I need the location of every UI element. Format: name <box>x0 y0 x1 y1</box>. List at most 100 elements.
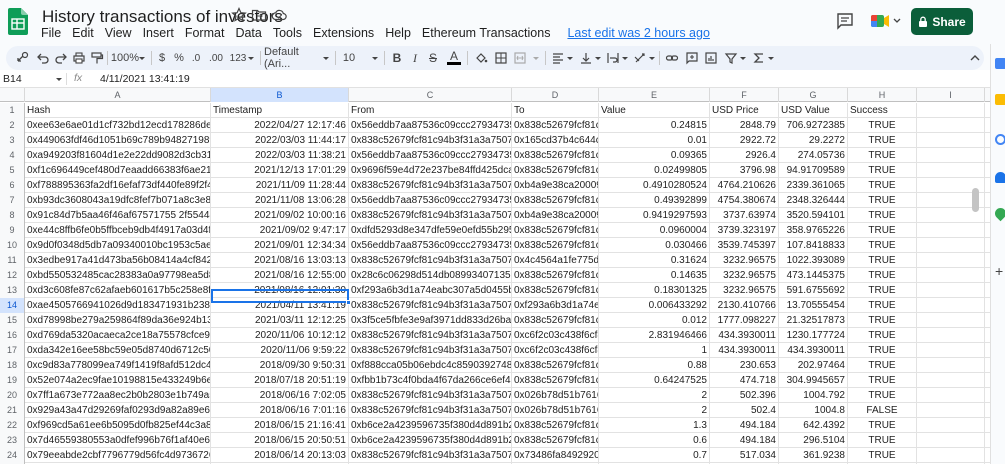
from-cell[interactable]: 0xb6ce2a4239596735f380d4d891b269 <box>349 433 512 448</box>
from-cell[interactable]: 0x838c52679fcf81c94b3f31a3a7507f97 <box>349 328 512 343</box>
header-cell-timestamp[interactable]: Timestamp <box>211 103 349 118</box>
from-cell[interactable]: 0xdfd5293d8e347dfe59e0efd55b2956 <box>349 223 512 238</box>
from-cell[interactable]: 0x838c52679fcf81c94b3f31a3a7507f97 <box>349 178 512 193</box>
fill-handle[interactable] <box>346 300 351 305</box>
row-header[interactable]: 13 <box>0 283 25 298</box>
value-cell[interactable]: 0.01 <box>599 133 710 148</box>
value-cell[interactable]: 0.7 <box>599 448 710 463</box>
header-cell-from[interactable]: From <box>349 103 512 118</box>
insert-link-icon[interactable] <box>665 50 679 66</box>
header-cell-usd-value[interactable]: USD Value <box>779 103 848 118</box>
usd-value-cell[interactable]: 274.05736 <box>779 148 848 163</box>
empty-cell[interactable] <box>917 298 985 313</box>
to-cell[interactable]: 0x838c52679fcf81c9 <box>512 313 599 328</box>
usd-price-cell[interactable]: 517.034 <box>710 448 779 463</box>
star-icon[interactable] <box>231 7 247 23</box>
zoom-select[interactable]: 100% <box>110 50 140 66</box>
valign-dropdown-icon[interactable] <box>594 50 602 66</box>
text-rotation-icon[interactable] <box>633 50 647 66</box>
empty-cell[interactable] <box>917 223 985 238</box>
empty-cell[interactable] <box>917 373 985 388</box>
move-folder-icon[interactable] <box>251 7 267 23</box>
from-cell[interactable]: 0x838c52679fcf81c94b3f31a3a7507f97 <box>349 208 512 223</box>
hash-cell[interactable]: 0xe44c8ffb6fe0b5ffbceb9db4f4917a03d4f77b… <box>25 223 211 238</box>
value-cell[interactable]: 2.831946466 <box>599 328 710 343</box>
menu-tools[interactable]: Tools <box>273 26 302 42</box>
usd-value-cell[interactable]: 21.32517873 <box>779 313 848 328</box>
success-cell[interactable]: TRUE <box>848 223 917 238</box>
zoom-dropdown-icon[interactable] <box>138 50 146 66</box>
value-cell[interactable]: 0.31624 <box>599 253 710 268</box>
redo-icon[interactable] <box>54 50 68 66</box>
hash-cell[interactable]: 0x79eeabde2cbf7796779d56fc4d973672612c <box>25 448 211 463</box>
row-header[interactable]: 5 <box>0 163 25 178</box>
success-cell[interactable]: TRUE <box>848 163 917 178</box>
success-cell[interactable]: TRUE <box>848 268 917 283</box>
empty-cell[interactable] <box>917 103 985 118</box>
timestamp-cell[interactable]: 2020/11/06 10:12:12 <box>211 328 349 343</box>
success-cell[interactable]: TRUE <box>848 358 917 373</box>
to-cell[interactable]: 0xb4a9e38ca200097 <box>512 178 599 193</box>
empty-cell[interactable] <box>917 268 985 283</box>
menu-data[interactable]: Data <box>235 26 261 42</box>
success-cell[interactable]: TRUE <box>848 328 917 343</box>
row-header[interactable]: 4 <box>0 148 25 163</box>
horizontal-align-icon[interactable] <box>551 50 565 66</box>
empty-cell[interactable] <box>917 403 985 418</box>
success-cell[interactable]: TRUE <box>848 253 917 268</box>
format-currency-button[interactable]: $ <box>156 50 168 66</box>
timestamp-cell[interactable]: 2021/11/08 13:06:28 <box>211 193 349 208</box>
empty-cell[interactable] <box>917 133 985 148</box>
timestamp-cell[interactable]: 2018/06/14 20:13:03 <box>211 448 349 463</box>
font-dropdown-icon[interactable] <box>322 50 330 66</box>
value-cell[interactable]: 0.6 <box>599 433 710 448</box>
header-cell-hash[interactable]: Hash <box>25 103 211 118</box>
hash-cell[interactable]: 0x52e074a2ec9fae10198815e433249b6e739 <box>25 373 211 388</box>
row-header[interactable]: 10 <box>0 238 25 253</box>
success-cell[interactable]: TRUE <box>848 373 917 388</box>
usd-price-cell[interactable]: 4764.210626 <box>710 178 779 193</box>
insert-comment-icon[interactable] <box>685 50 699 66</box>
empty-cell[interactable] <box>917 313 985 328</box>
to-cell[interactable]: 0xf293a6b3d1a74eab <box>512 298 599 313</box>
merge-dropdown-icon[interactable] <box>532 50 540 66</box>
last-edit-link[interactable]: Last edit was 2 hours ago <box>567 26 709 42</box>
success-cell[interactable]: TRUE <box>848 343 917 358</box>
vertical-align-icon[interactable] <box>579 50 593 66</box>
value-cell[interactable]: 2 <box>599 403 710 418</box>
usd-price-cell[interactable]: 434.3930011 <box>710 343 779 358</box>
header-cell-usd-price[interactable]: USD Price <box>710 103 779 118</box>
hash-cell[interactable]: 0xee63e6ae01d1cf732bd12ecd178286de816e <box>25 118 211 133</box>
column-header-h[interactable]: H <box>848 88 917 102</box>
to-cell[interactable]: 0x4c4564a1fe775d97 <box>512 253 599 268</box>
strikethrough-button[interactable]: S <box>427 50 439 66</box>
timestamp-cell[interactable]: 2018/06/16 7:02:05 <box>211 388 349 403</box>
usd-price-cell[interactable]: 2922.72 <box>710 133 779 148</box>
from-cell[interactable]: 0xf293a6b3d1a74eabc307a5d0455b2a <box>349 283 512 298</box>
hash-cell[interactable]: 0xda342e16ee58bc59e05d8740d6712c50d01 <box>25 343 211 358</box>
row-header[interactable]: 20 <box>0 388 25 403</box>
from-cell[interactable]: 0x9696f59e4d72e237be84ffd425dcad1 <box>349 163 512 178</box>
usd-value-cell[interactable]: 591.6755692 <box>779 283 848 298</box>
timestamp-cell[interactable]: 2018/09/30 9:50:31 <box>211 358 349 373</box>
column-header-e[interactable]: E <box>599 88 710 102</box>
value-cell[interactable]: 0.88 <box>599 358 710 373</box>
undo-icon[interactable] <box>36 50 50 66</box>
empty-cell[interactable] <box>917 283 985 298</box>
success-cell[interactable]: TRUE <box>848 208 917 223</box>
text-wrapping-icon[interactable] <box>606 50 620 66</box>
row-header[interactable]: 1 <box>0 103 25 118</box>
functions-dropdown-icon[interactable] <box>767 50 775 66</box>
timestamp-cell[interactable]: 2021/08/16 12:55:00 <box>211 268 349 283</box>
empty-cell[interactable] <box>917 148 985 163</box>
to-cell[interactable]: 0xb4a9e38ca200097 <box>512 208 599 223</box>
increase-decimal-button[interactable]: .00 <box>206 50 226 66</box>
empty-cell[interactable] <box>917 343 985 358</box>
share-button[interactable]: Share <box>911 8 973 35</box>
menu-insert[interactable]: Insert <box>143 26 174 42</box>
hash-cell[interactable]: 0xd3c608fe87c62afaeb601617b5c258e8fa18 <box>25 283 211 298</box>
to-cell[interactable]: 0x838c52679fcf81c9 <box>512 418 599 433</box>
usd-price-cell[interactable]: 3232.96575 <box>710 268 779 283</box>
row-header[interactable]: 23 <box>0 433 25 448</box>
empty-cell[interactable] <box>917 163 985 178</box>
